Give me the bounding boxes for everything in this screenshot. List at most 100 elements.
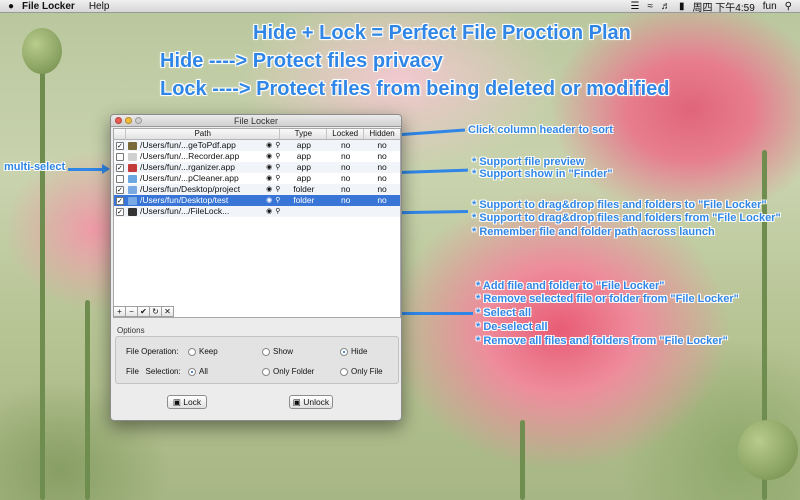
radio-keep[interactable]: Keep <box>188 347 218 356</box>
table-row[interactable]: ✓/Users/fun/Desktop/project ◉ ⚲ folder no no <box>114 184 400 195</box>
menu-clock[interactable]: 周四 下午4:59 <box>693 0 755 14</box>
options-label: Options <box>117 326 145 335</box>
column-header-locked[interactable]: Locked <box>327 129 365 139</box>
file-locker-window: File Locker Path Type Locked Hidden ✓ /Us… <box>110 114 402 421</box>
row-path: /Users/fun/Desktop/project <box>139 184 241 194</box>
menu-user[interactable]: fun <box>763 1 777 12</box>
file-icon <box>127 196 137 205</box>
file-icon <box>127 207 137 216</box>
radio-all-label: All <box>199 367 208 376</box>
headline-hide: Hide ----> Protect files privacy <box>160 50 443 72</box>
row-checkbox[interactable] <box>115 174 124 183</box>
menu-help[interactable]: Help <box>89 1 110 12</box>
unlock-button[interactable]: ▣ Unlock <box>289 395 333 409</box>
row-locked: no <box>340 173 351 183</box>
table-row[interactable]: ✓/Users/fun/Desktop/test ◉ ⚲ folder no no <box>114 195 400 206</box>
row-type: folder <box>293 184 315 194</box>
poppy-pod <box>22 28 62 74</box>
wifi-icon[interactable]: ≈ <box>648 1 654 12</box>
file-operation-row: File Operation: Keep Show Hide <box>126 347 396 356</box>
note-remember: * Remember file and folder path across l… <box>472 226 715 238</box>
preview-eye-icon[interactable]: ◉ <box>266 195 272 206</box>
table-row[interactable]: ✓/Users/fun/...geToPdf.app ◉ ⚲ app no no <box>114 140 400 151</box>
note-multiselect: multi-select <box>4 161 66 173</box>
file-icon <box>127 163 137 172</box>
preview-eye-icon[interactable]: ◉ <box>266 206 272 217</box>
poppy-stem <box>520 420 525 500</box>
poppy-pod <box>738 420 798 480</box>
headline-lock: Lock ----> Protect files from being dele… <box>160 78 670 100</box>
preview-eye-icon[interactable]: ◉ <box>266 184 272 195</box>
minimize-window-button[interactable] <box>125 117 132 124</box>
show-in-finder-icon[interactable]: ⚲ <box>275 206 280 217</box>
row-checkbox[interactable]: ✓ <box>115 141 124 150</box>
arrow-multiselect <box>68 164 110 174</box>
row-hidden: no <box>377 162 387 172</box>
remove-all-button[interactable]: ✕ <box>161 306 174 317</box>
row-type: app <box>296 151 311 161</box>
table-row[interactable]: ✓ /Users/fun/.../FileLock... ◉ ⚲ <box>114 206 400 217</box>
title-bar[interactable]: File Locker <box>111 115 401 127</box>
menu-bar: ● File Locker Help ☰ ≈ ♬ ▮ 周四 下午4:59 fun… <box>0 0 800 14</box>
radio-only-file-label: Only File <box>351 367 383 376</box>
row-type: app <box>296 162 311 172</box>
zoom-window-button[interactable] <box>135 117 142 124</box>
radio-only-folder[interactable]: Only Folder <box>262 367 314 376</box>
unlock-button-label: Unlock <box>303 397 330 407</box>
row-checkbox[interactable]: ✓ <box>115 196 124 205</box>
file-icon <box>127 141 137 150</box>
window-title: File Locker <box>233 116 278 126</box>
preview-eye-icon[interactable]: ◉ <box>266 162 272 173</box>
row-checkbox[interactable]: ✓ <box>115 207 124 216</box>
row-locked: no <box>340 162 351 172</box>
file-icon <box>127 185 137 194</box>
row-checkbox[interactable]: ✓ <box>115 185 124 194</box>
row-path: /Users/fun/...rganizer.app <box>139 162 235 172</box>
table-row[interactable]: ✓/Users/fun/...rganizer.app ◉ ⚲ app no no <box>114 162 400 173</box>
row-type: app <box>296 173 311 183</box>
menu-app-name[interactable]: File Locker <box>22 1 75 12</box>
row-checkbox[interactable]: ✓ <box>115 163 124 172</box>
radio-only-folder-label: Only Folder <box>273 367 315 376</box>
note-drag-to: * Support to drag&drop files and folders… <box>472 199 767 211</box>
table-row[interactable]: /Users/fun/...Recorder.app ◉ ⚲ app no no <box>114 151 400 162</box>
search-icon[interactable]: ⚲ <box>785 1 792 12</box>
file-table[interactable]: Path Type Locked Hidden ✓ /Users/fun/...g… <box>113 128 401 318</box>
radio-show[interactable]: Show <box>262 347 293 356</box>
preview-eye-icon[interactable]: ◉ <box>266 140 272 151</box>
table-header: Path Type Locked Hidden <box>114 129 400 140</box>
radio-show-label: Show <box>273 347 294 356</box>
lock-icon: ▣ <box>172 397 181 407</box>
note-preview: * Support file preview <box>472 156 585 168</box>
volume-icon[interactable]: ♬ <box>661 1 671 12</box>
file-icon <box>127 174 137 183</box>
column-header-check[interactable] <box>114 129 126 139</box>
poppy-stem <box>40 60 45 500</box>
column-header-path[interactable]: Path <box>126 129 281 139</box>
row-path: /Users/fun/Desktop/test <box>139 195 229 205</box>
row-checkbox[interactable] <box>115 152 124 161</box>
radio-hide[interactable]: Hide <box>340 347 367 356</box>
note-remove-all: * Remove all files and folders from "Fil… <box>476 335 728 347</box>
row-locked: no <box>340 151 351 161</box>
apple-icon[interactable]: ● <box>0 1 22 12</box>
options-box: File Operation: Keep Show Hide File Sele… <box>115 336 399 384</box>
table-row[interactable]: /Users/fun/...pCleaner.app ◉ ⚲ app no no <box>114 173 400 184</box>
column-header-type[interactable]: Type <box>280 129 328 139</box>
lock-button[interactable]: ▣ Lock <box>167 395 207 409</box>
file-operation-label: File Operation: <box>126 347 179 356</box>
battery-icon[interactable]: ▮ <box>679 1 685 12</box>
radio-hide-label: Hide <box>351 347 368 356</box>
close-window-button[interactable] <box>115 117 122 124</box>
preview-eye-icon[interactable]: ◉ <box>266 173 272 184</box>
list-icon[interactable]: ☰ <box>631 1 640 12</box>
note-select-all: * Select all <box>476 307 532 319</box>
radio-all[interactable]: All <box>188 367 208 376</box>
arrow-sort <box>394 128 466 137</box>
column-header-hidden[interactable]: Hidden <box>364 129 400 139</box>
row-path: /Users/fun/...Recorder.app <box>139 151 240 161</box>
row-type: app <box>296 140 311 150</box>
preview-eye-icon[interactable]: ◉ <box>266 151 272 162</box>
radio-only-file[interactable]: Only File <box>340 367 383 376</box>
row-hidden: no <box>377 195 387 205</box>
